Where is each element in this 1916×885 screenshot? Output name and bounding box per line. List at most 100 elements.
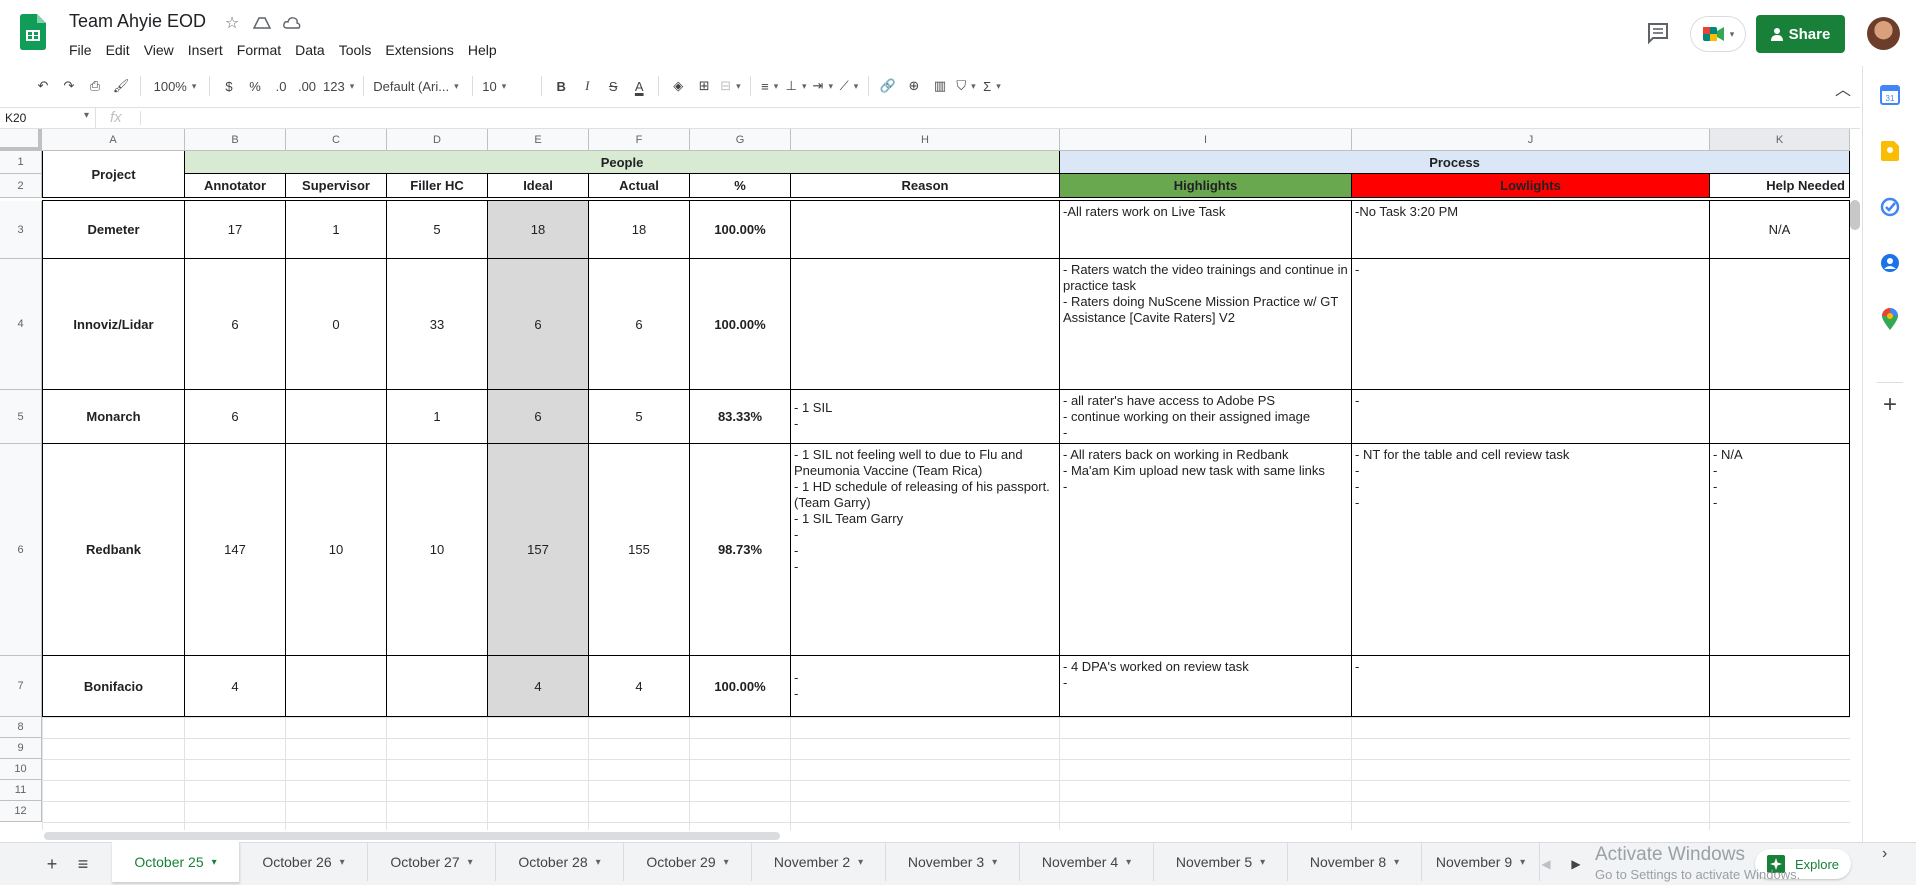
meet-button[interactable]: ▾	[1690, 16, 1746, 52]
lowlights-header[interactable]: Lowlights	[1352, 174, 1710, 198]
vertical-align-icon[interactable]: ⊥	[783, 73, 810, 99]
italic-icon[interactable]: I	[574, 73, 600, 99]
avatar[interactable]	[1867, 17, 1900, 50]
tasks-icon[interactable]	[1879, 196, 1901, 218]
ideal-header[interactable]: Ideal	[488, 174, 589, 198]
font-size-select[interactable]: 10	[479, 73, 535, 99]
percent-header[interactable]: %	[690, 174, 791, 198]
row-header-9[interactable]: 9	[0, 738, 42, 759]
ideal-cell[interactable]: 157	[488, 444, 589, 656]
column-header-k[interactable]: K	[1710, 129, 1850, 151]
column-header-e[interactable]: E	[488, 129, 589, 151]
lowlights-cell[interactable]: -	[1352, 259, 1710, 390]
reason-cell[interactable]	[791, 201, 1060, 259]
percent-cell[interactable]: 83.33%	[690, 390, 791, 444]
filler-hc-cell[interactable]: 33	[387, 259, 488, 390]
cloud-saved-icon[interactable]	[282, 13, 302, 33]
ideal-cell[interactable]: 6	[488, 259, 589, 390]
highlights-cell[interactable]: - All raters back on working in Redbank …	[1060, 444, 1352, 656]
select-all-corner[interactable]	[0, 129, 42, 151]
insert-link-icon[interactable]: 🔗	[875, 73, 901, 99]
menu-extensions[interactable]: Extensions	[378, 40, 460, 60]
strikethrough-icon[interactable]: S	[600, 73, 626, 99]
keep-icon[interactable]	[1879, 140, 1901, 162]
row-header-5[interactable]: 5	[0, 390, 42, 444]
contacts-icon[interactable]	[1879, 252, 1901, 274]
tab-october-25[interactable]: October 25	[112, 842, 240, 882]
redo-icon[interactable]: ↷	[56, 73, 82, 99]
people-group-header[interactable]: People	[185, 151, 1060, 174]
share-button[interactable]: Share	[1756, 15, 1845, 53]
tab-november-9[interactable]: November 9	[1422, 843, 1540, 881]
tab-october-29[interactable]: October 29	[624, 843, 752, 881]
menu-file[interactable]: File	[62, 40, 99, 60]
row-header-12[interactable]: 12	[0, 801, 42, 822]
supervisor-cell[interactable]: 10	[286, 444, 387, 656]
actual-cell[interactable]: 5	[589, 390, 690, 444]
percent-cell[interactable]: 100.00%	[690, 201, 791, 259]
project-cell[interactable]: Monarch	[42, 390, 185, 444]
lowlights-cell[interactable]: -	[1352, 656, 1710, 717]
tab-november-2[interactable]: November 2	[752, 843, 886, 881]
comment-icon[interactable]	[1645, 20, 1671, 46]
more-formats-select[interactable]: 123	[320, 73, 357, 99]
menu-insert[interactable]: Insert	[181, 40, 230, 60]
percent-cell[interactable]: 98.73%	[690, 444, 791, 656]
project-cell[interactable]: Innoviz/Lidar	[42, 259, 185, 390]
project-cell[interactable]: Bonifacio	[42, 656, 185, 717]
all-sheets-icon[interactable]: ≡	[72, 853, 94, 875]
percent-cell[interactable]: 100.00%	[690, 259, 791, 390]
tab-november-3[interactable]: November 3	[886, 843, 1020, 881]
annotator-cell[interactable]: 147	[185, 444, 286, 656]
highlights-header[interactable]: Highlights	[1060, 174, 1352, 198]
maps-icon[interactable]	[1879, 308, 1901, 330]
decrease-decimals-button[interactable]: .0	[268, 73, 294, 99]
ideal-cell[interactable]: 18	[488, 201, 589, 259]
move-to-drive-icon[interactable]	[252, 13, 272, 33]
supervisor-cell[interactable]: 1	[286, 201, 387, 259]
reason-cell[interactable]: - -	[791, 656, 1060, 717]
column-header-g[interactable]: G	[690, 129, 791, 151]
sheet-grid[interactable]: A B C D E F G H I J K 1 2 3 4 5 6 7 8 9 …	[0, 129, 1850, 830]
column-header-d[interactable]: D	[387, 129, 488, 151]
menu-edit[interactable]: Edit	[99, 40, 137, 60]
vertical-scrollbar[interactable]	[1850, 200, 1860, 230]
highlights-cell[interactable]: - all rater's have access to Adobe PS - …	[1060, 390, 1352, 444]
row-header-1[interactable]: 1	[0, 151, 42, 174]
project-cell[interactable]: Demeter	[42, 201, 185, 259]
row-header-7[interactable]: 7	[0, 656, 42, 717]
highlights-cell[interactable]: - Raters watch the video trainings and c…	[1060, 259, 1352, 390]
reason-cell[interactable]	[791, 259, 1060, 390]
undo-icon[interactable]: ↶	[30, 73, 56, 99]
zoom-select[interactable]: 100%	[147, 73, 203, 99]
chevron-right-icon[interactable]: ›	[1882, 845, 1898, 865]
insert-comment-icon[interactable]: ⊕	[901, 73, 927, 99]
filler-hc-cell[interactable]	[387, 656, 488, 717]
reason-header[interactable]: Reason	[791, 174, 1060, 198]
column-header-f[interactable]: F	[589, 129, 690, 151]
menu-tools[interactable]: Tools	[332, 40, 379, 60]
supervisor-cell[interactable]: 0	[286, 259, 387, 390]
insert-chart-icon[interactable]: ▥	[927, 73, 953, 99]
tab-october-27[interactable]: October 27	[368, 843, 496, 881]
ideal-cell[interactable]: 6	[488, 390, 589, 444]
help-needed-cell[interactable]: - N/A - - -	[1710, 444, 1850, 656]
merge-cells-icon[interactable]: ⊟	[717, 73, 743, 99]
lowlights-cell[interactable]: - NT for the table and cell review task …	[1352, 444, 1710, 656]
tab-november-5[interactable]: November 5	[1154, 843, 1288, 881]
actual-header[interactable]: Actual	[589, 174, 690, 198]
annotator-cell[interactable]: 6	[185, 259, 286, 390]
help-needed-cell[interactable]	[1710, 656, 1850, 717]
filler-hc-header[interactable]: Filler HC	[387, 174, 488, 198]
help-needed-cell[interactable]: N/A	[1710, 201, 1850, 259]
menu-data[interactable]: Data	[288, 40, 332, 60]
filter-icon[interactable]: ⛉	[953, 73, 979, 99]
lowlights-cell[interactable]: -	[1352, 390, 1710, 444]
row-header-6[interactable]: 6	[0, 444, 42, 656]
sheets-logo-icon[interactable]	[20, 14, 46, 50]
menu-view[interactable]: View	[137, 40, 181, 60]
percent-format-button[interactable]: %	[242, 73, 268, 99]
annotator-header[interactable]: Annotator	[185, 174, 286, 198]
filler-hc-cell[interactable]: 10	[387, 444, 488, 656]
row-header-2[interactable]: 2	[0, 174, 42, 198]
